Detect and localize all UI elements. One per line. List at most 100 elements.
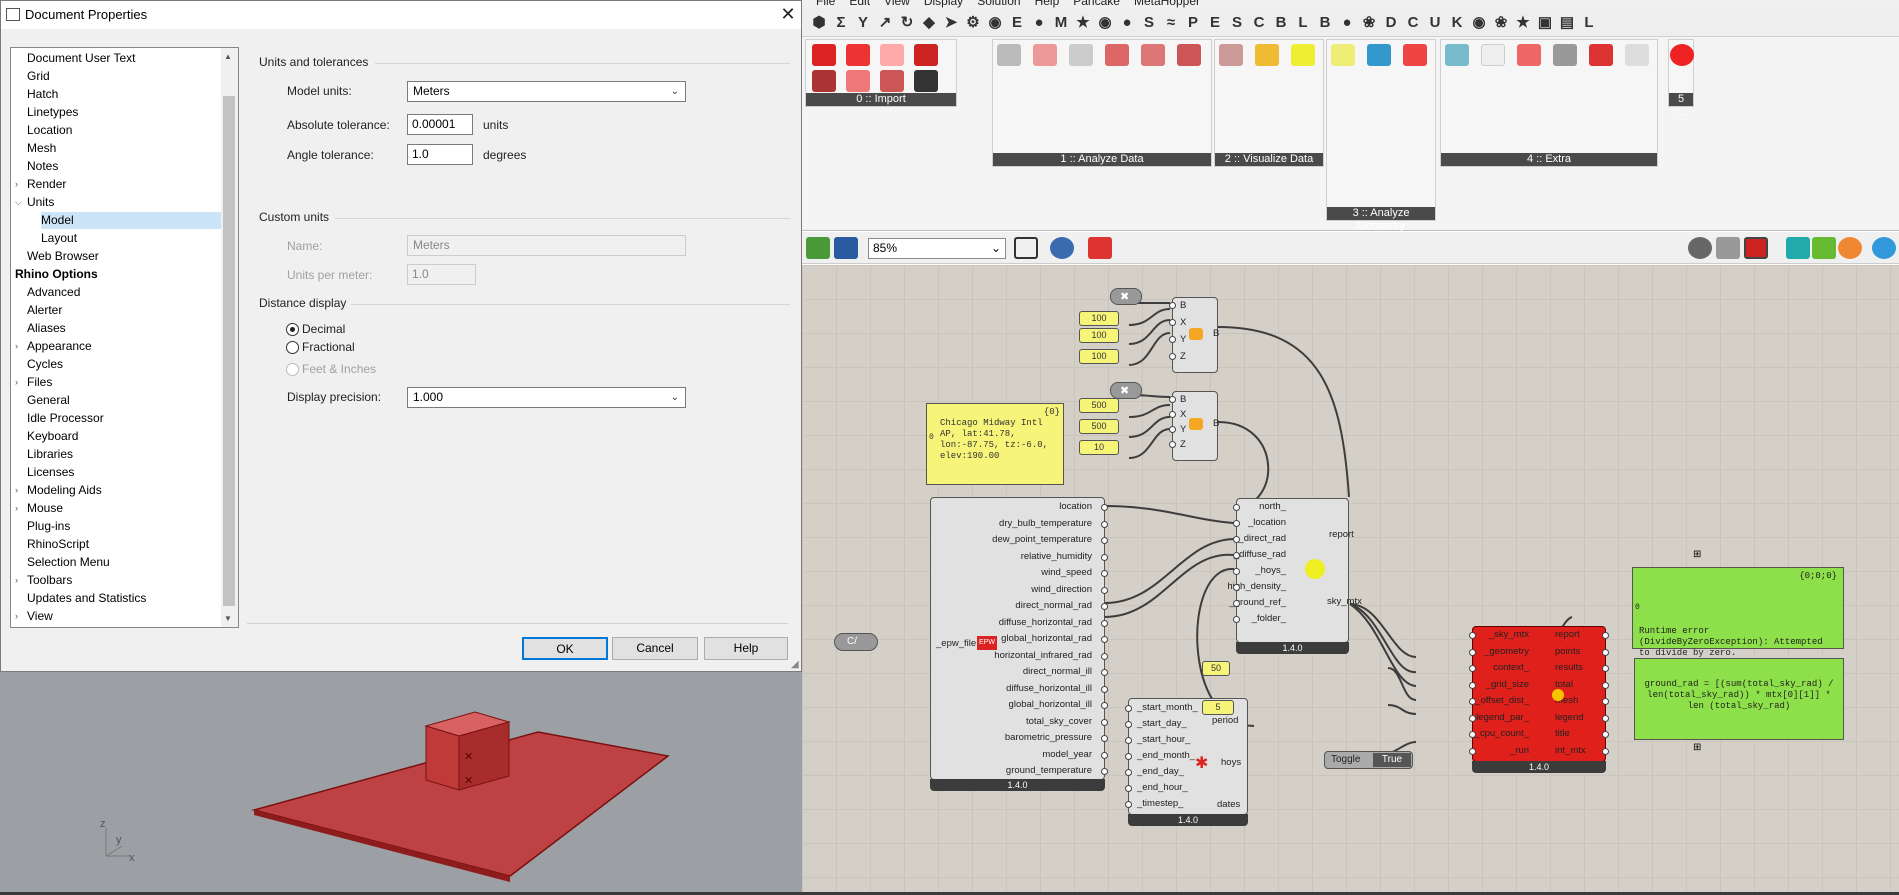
extra-icon[interactable]: [1517, 44, 1541, 66]
gh-tab[interactable]: ≈: [1160, 14, 1182, 31]
tree-item-keyboard[interactable]: Keyboard: [27, 428, 78, 445]
gh-tab[interactable]: ↗: [874, 13, 896, 31]
input-grip[interactable]: [1169, 411, 1176, 418]
gh-tab[interactable]: ★: [1072, 13, 1094, 31]
gh-tab[interactable]: K: [1446, 14, 1468, 31]
gh-tab[interactable]: ●: [1028, 14, 1050, 31]
stat-icon[interactable]: [914, 70, 938, 92]
gh-tab[interactable]: S: [1138, 14, 1160, 31]
model-units-select[interactable]: Meters ⌄: [407, 81, 686, 102]
input-grip[interactable]: [1233, 520, 1240, 527]
output-grip[interactable]: [1101, 537, 1108, 544]
input-grip[interactable]: [1169, 396, 1176, 403]
input-grip[interactable]: [1125, 705, 1132, 712]
output-grip[interactable]: [1101, 520, 1108, 528]
number-param[interactable]: 10: [1079, 440, 1119, 455]
preview-mesh-icon[interactable]: [1838, 237, 1862, 259]
scroll-down-icon[interactable]: ▼: [224, 614, 232, 623]
ok-button[interactable]: OK: [522, 637, 608, 660]
gh-tab[interactable]: ↻: [896, 13, 918, 31]
error-panel[interactable]: {0;0;0} 0 Runtime error (DivideByZeroExc…: [1632, 567, 1844, 691]
construct-point-a[interactable]: BXYZ B: [1169, 297, 1219, 373]
tree-item-web-browser[interactable]: Web Browser: [27, 248, 99, 265]
geometry-icon[interactable]: [1403, 44, 1427, 66]
tree-item-libraries[interactable]: Libraries: [27, 446, 73, 463]
visualize-icon[interactable]: [1219, 44, 1243, 66]
chevron-right-icon[interactable]: ›: [15, 608, 18, 625]
scrollbar-thumb[interactable]: [223, 96, 235, 606]
null-point-param[interactable]: ✖: [1110, 288, 1142, 305]
extra-icon[interactable]: [1625, 44, 1649, 66]
tree-item-updates-and-statistics[interactable]: Updates and Statistics: [27, 590, 146, 607]
number-param[interactable]: 100: [1079, 311, 1119, 326]
input-grip[interactable]: [1469, 731, 1476, 738]
input-grip[interactable]: [1169, 302, 1176, 309]
chevron-right-icon[interactable]: ›: [15, 482, 18, 499]
number-param[interactable]: 100: [1079, 328, 1119, 343]
import-ny3-icon[interactable]: [880, 70, 904, 92]
tree-item-units[interactable]: ⌵ Units: [15, 194, 54, 211]
input-grip[interactable]: [1169, 426, 1176, 433]
input-grip[interactable]: [1469, 665, 1476, 672]
input-grip[interactable]: [1169, 319, 1176, 326]
extra-icon[interactable]: [1445, 44, 1469, 66]
gh-tab[interactable]: ➤: [940, 13, 962, 31]
gh-tab[interactable]: ●: [1336, 14, 1358, 31]
geometry-icon[interactable]: [1331, 44, 1355, 66]
preview-mesh-icon[interactable]: [1812, 237, 1836, 259]
absolute-tolerance-field[interactable]: 0.00001: [407, 114, 473, 135]
output-grip[interactable]: [1602, 698, 1609, 705]
analyze-icon[interactable]: [1177, 44, 1201, 66]
resize-grip-icon[interactable]: ◢: [791, 659, 799, 670]
file-path-param[interactable]: C/: [834, 633, 878, 651]
sketch-icon[interactable]: [1088, 237, 1112, 259]
gh-tab[interactable]: S: [1226, 14, 1248, 31]
tree-item-general[interactable]: General: [27, 392, 70, 409]
chevron-right-icon[interactable]: ›: [15, 500, 18, 517]
chevron-right-icon[interactable]: ›: [15, 338, 18, 355]
tree-item-cycles[interactable]: Cycles: [27, 356, 63, 373]
gh-tab[interactable]: Y: [852, 14, 874, 31]
output-grip[interactable]: [1602, 714, 1609, 722]
output-grip[interactable]: [1101, 553, 1108, 561]
input-grip[interactable]: [1125, 801, 1132, 808]
gh-menu-item[interactable]: Solution: [977, 0, 1020, 8]
run-toggle[interactable]: Toggle True: [1324, 751, 1413, 769]
input-grip[interactable]: [1233, 568, 1240, 575]
construct-point-b[interactable]: BXYZ B: [1169, 391, 1219, 461]
gh-menu-item[interactable]: View: [884, 0, 910, 8]
analyze-icon[interactable]: [997, 44, 1021, 66]
extra-icon[interactable]: [1553, 44, 1577, 66]
gh-tab[interactable]: P: [1182, 14, 1204, 31]
output-grip[interactable]: [1602, 747, 1609, 755]
save-file-icon[interactable]: [834, 237, 858, 259]
tree-item-advanced[interactable]: Advanced: [27, 284, 80, 301]
input-grip[interactable]: [1233, 616, 1240, 623]
zoom-extents-icon[interactable]: [1014, 237, 1038, 259]
settings-tree[interactable]: Document User Text Grid Hatch Linetypes Loca…: [10, 47, 239, 628]
close-icon[interactable]: ✕: [777, 3, 799, 25]
grid-size-number[interactable]: 50: [1202, 661, 1230, 676]
tree-item-selection-menu[interactable]: Selection Menu: [27, 554, 110, 571]
tree-item-appearance[interactable]: › Appearance: [15, 338, 92, 355]
geometry-icon[interactable]: [1367, 44, 1391, 66]
chevron-right-icon[interactable]: ›: [15, 572, 18, 589]
gh-menu-item[interactable]: Edit: [849, 0, 870, 8]
input-grip[interactable]: [1469, 681, 1476, 689]
gh-tab[interactable]: D: [1380, 14, 1402, 31]
epw-icon[interactable]: [846, 44, 870, 66]
input-grip[interactable]: [1469, 747, 1476, 755]
input-grip[interactable]: [1233, 552, 1240, 559]
tree-item-idle-processor[interactable]: Idle Processor: [27, 410, 104, 427]
gh-canvas[interactable]: ✖ 100 100 100 BXYZ B ✖ 500 500 10 BXYZ B {0}…: [802, 265, 1899, 892]
extra-icon[interactable]: [1589, 44, 1613, 66]
gh-tab[interactable]: B: [1270, 14, 1292, 31]
number-param[interactable]: 500: [1079, 419, 1119, 434]
input-grip[interactable]: [1469, 698, 1476, 705]
tree-item-toolbars[interactable]: › Toolbars: [15, 572, 72, 589]
tree-scrollbar[interactable]: ▲ ▼: [221, 48, 238, 627]
rhino-viewport[interactable]: ✕ ✕ z y x: [0, 672, 802, 892]
input-grip[interactable]: [1233, 536, 1240, 543]
output-grip[interactable]: [1602, 632, 1609, 639]
input-grip[interactable]: [1125, 753, 1132, 760]
